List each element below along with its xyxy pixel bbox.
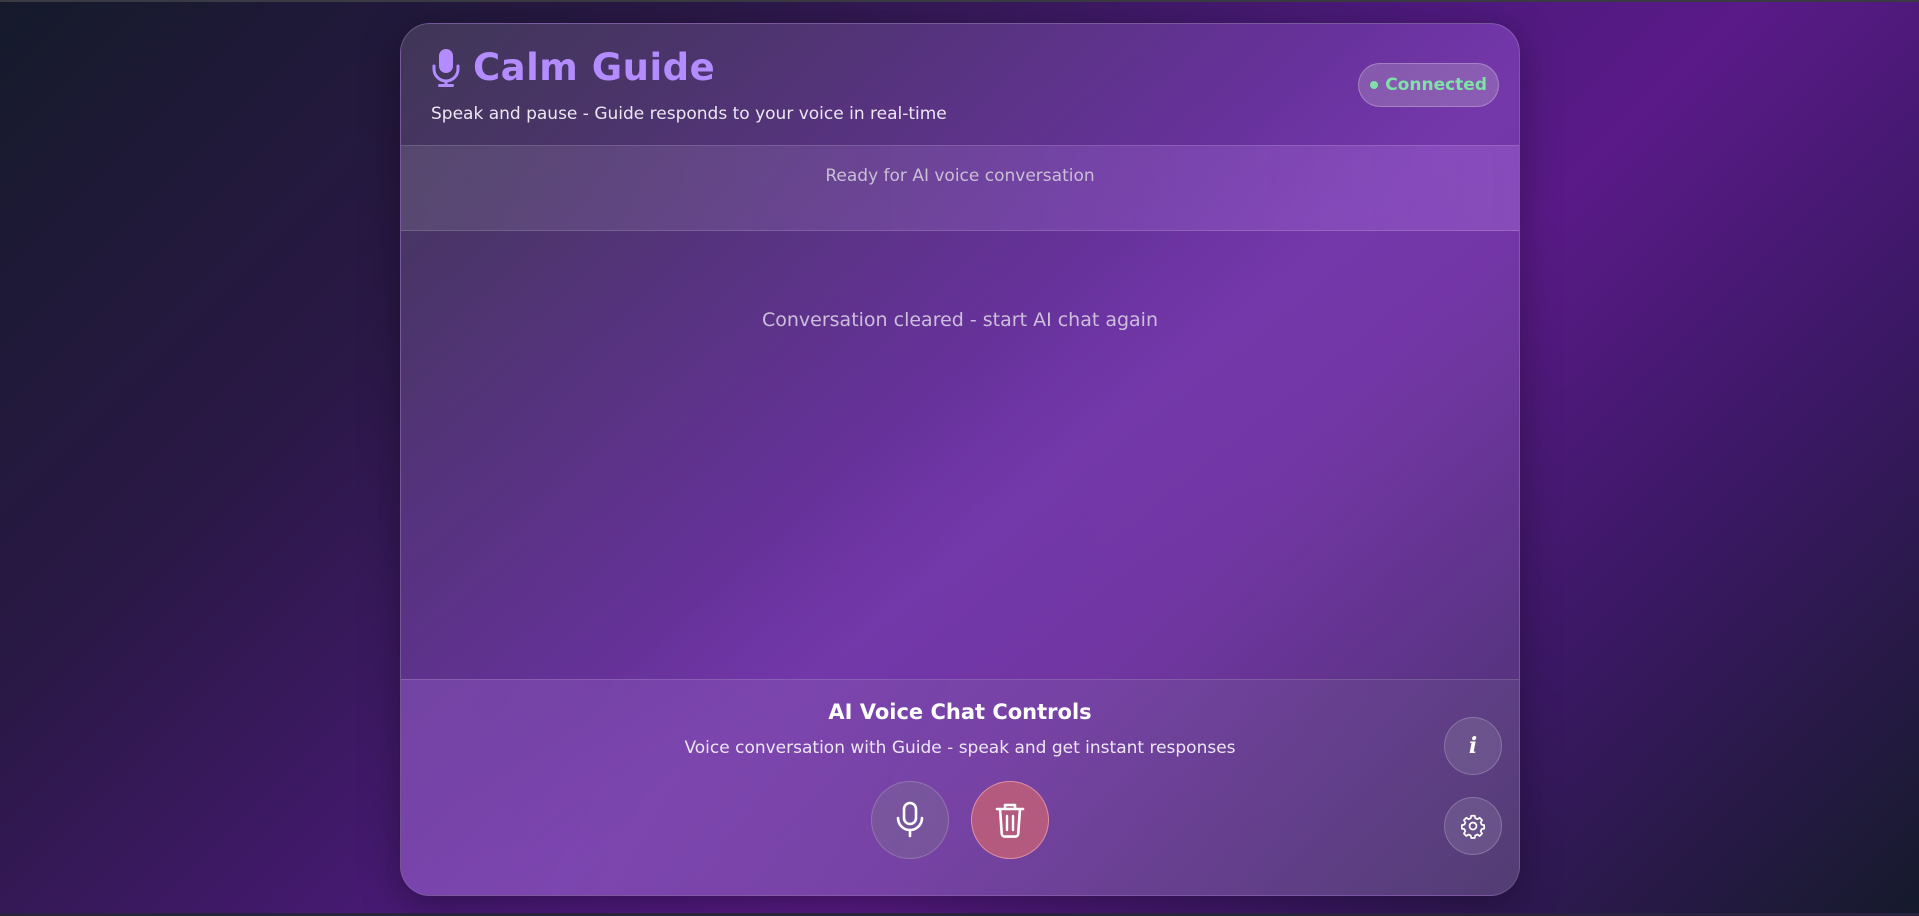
mic-button[interactable]: [871, 781, 949, 859]
status-text: Ready for AI voice conversation: [825, 166, 1095, 186]
clear-button[interactable]: [971, 781, 1049, 859]
voice-chat-card: Calm Guide Speak and pause - Guide respo…: [400, 23, 1520, 896]
connection-status-label: Connected: [1385, 75, 1487, 95]
title-row: Calm Guide: [431, 46, 715, 89]
info-icon: i: [1468, 733, 1478, 759]
app-subtitle: Speak and pause - Guide responds to your…: [431, 104, 947, 124]
status-bar: Ready for AI voice conversation: [401, 145, 1519, 231]
gear-icon: [1460, 814, 1486, 839]
info-button[interactable]: i: [1444, 717, 1502, 775]
controls-panel: AI Voice Chat Controls Voice conversatio…: [401, 679, 1519, 895]
app-header: Calm Guide Speak and pause - Guide respo…: [401, 24, 1519, 145]
status-dot-icon: [1370, 81, 1379, 89]
connection-status-badge: Connected: [1358, 63, 1499, 107]
conversation-area: Conversation cleared - start AI chat aga…: [401, 231, 1519, 679]
conversation-message: Conversation cleared - start AI chat aga…: [761, 309, 1158, 331]
app-title: Calm Guide: [473, 46, 716, 89]
microphone-icon: [432, 48, 460, 87]
trash-icon: [995, 803, 1025, 838]
microphone-icon: [896, 801, 924, 838]
controls-description: Voice conversation with Guide - speak an…: [684, 738, 1236, 758]
controls-title: AI Voice Chat Controls: [828, 700, 1092, 724]
settings-button[interactable]: [1444, 797, 1502, 855]
